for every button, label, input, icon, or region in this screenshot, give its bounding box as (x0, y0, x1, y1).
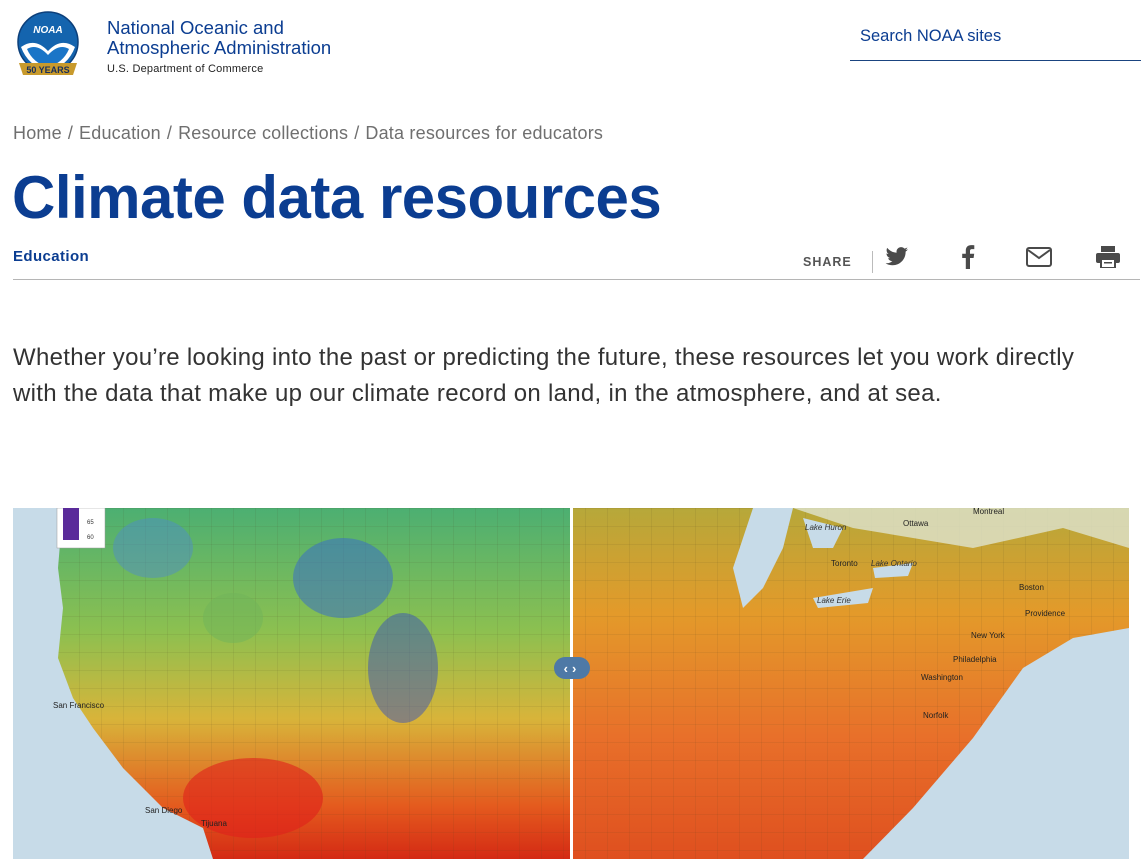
org-department: U.S. Department of Commerce (107, 63, 264, 75)
site-header: NOAA 50 YEARS National Oceanic and Atmos… (0, 0, 1141, 95)
legend-tick: 60 (87, 535, 94, 541)
breadcrumb-resource-collections[interactable]: Resource collections (178, 123, 348, 143)
svg-text:NOAA: NOAA (33, 25, 62, 36)
share-label: SHARE (803, 255, 852, 269)
chevron-left-icon: ‹ (563, 660, 572, 676)
map-label: San Diego (145, 806, 183, 815)
share-divider (871, 251, 873, 273)
share-bar: SHARE (803, 244, 873, 274)
breadcrumb-separator: / (166, 123, 173, 143)
breadcrumb-separator: / (354, 123, 360, 143)
org-name-line2: Atmospheric Administration (107, 37, 332, 58)
org-identity[interactable]: National Oceanic and Atmospheric Adminis… (107, 17, 332, 76)
breadcrumb-education[interactable]: Education (79, 123, 161, 143)
map-label: Philadelphia (953, 655, 997, 664)
org-name-line1: National Oceanic and (107, 17, 284, 38)
search-box (850, 22, 1141, 61)
header-divider (13, 279, 1140, 280)
map-label: Tijuana (201, 819, 227, 828)
breadcrumb-separator: / (67, 123, 74, 143)
chevron-right-icon: › (572, 660, 581, 676)
map-label: Montreal (973, 508, 1004, 516)
twitter-icon[interactable] (883, 243, 911, 271)
map-label: San Francisco (53, 701, 105, 710)
map-label: Lake Erie (817, 596, 851, 605)
noaa-logo[interactable]: NOAA 50 YEARS (13, 11, 83, 79)
map-label: Toronto (831, 559, 858, 568)
map-label: Norfolk (923, 711, 949, 720)
map-label: Boston (1019, 583, 1044, 592)
facebook-icon[interactable] (954, 243, 982, 271)
map-label: Washington (921, 673, 963, 682)
intro-paragraph: Whether you’re looking into the past or … (13, 344, 1075, 407)
legend-tick: 65 (87, 520, 94, 526)
compare-slider-handle[interactable]: ‹ › (554, 657, 590, 679)
breadcrumb-home[interactable]: Home (13, 123, 62, 143)
email-icon[interactable] (1025, 243, 1053, 271)
map-label: New York (971, 631, 1006, 640)
map-label: Providence (1025, 609, 1066, 618)
topic-tag-education[interactable]: Education (13, 248, 89, 265)
compare-divider[interactable] (570, 508, 573, 859)
map-label: Lake Ontario (871, 559, 917, 568)
map-label: Lake Huron (805, 523, 847, 532)
svg-text:50 YEARS: 50 YEARS (26, 65, 69, 75)
print-icon[interactable] (1094, 243, 1122, 271)
breadcrumb-data-resources[interactable]: Data resources for educators (365, 123, 603, 143)
search-input[interactable] (850, 23, 1140, 49)
map-label: Ottawa (903, 519, 929, 528)
page-title: Climate data resources (12, 164, 662, 231)
breadcrumb: Home / Education / Resource collections / Data… (13, 123, 603, 144)
